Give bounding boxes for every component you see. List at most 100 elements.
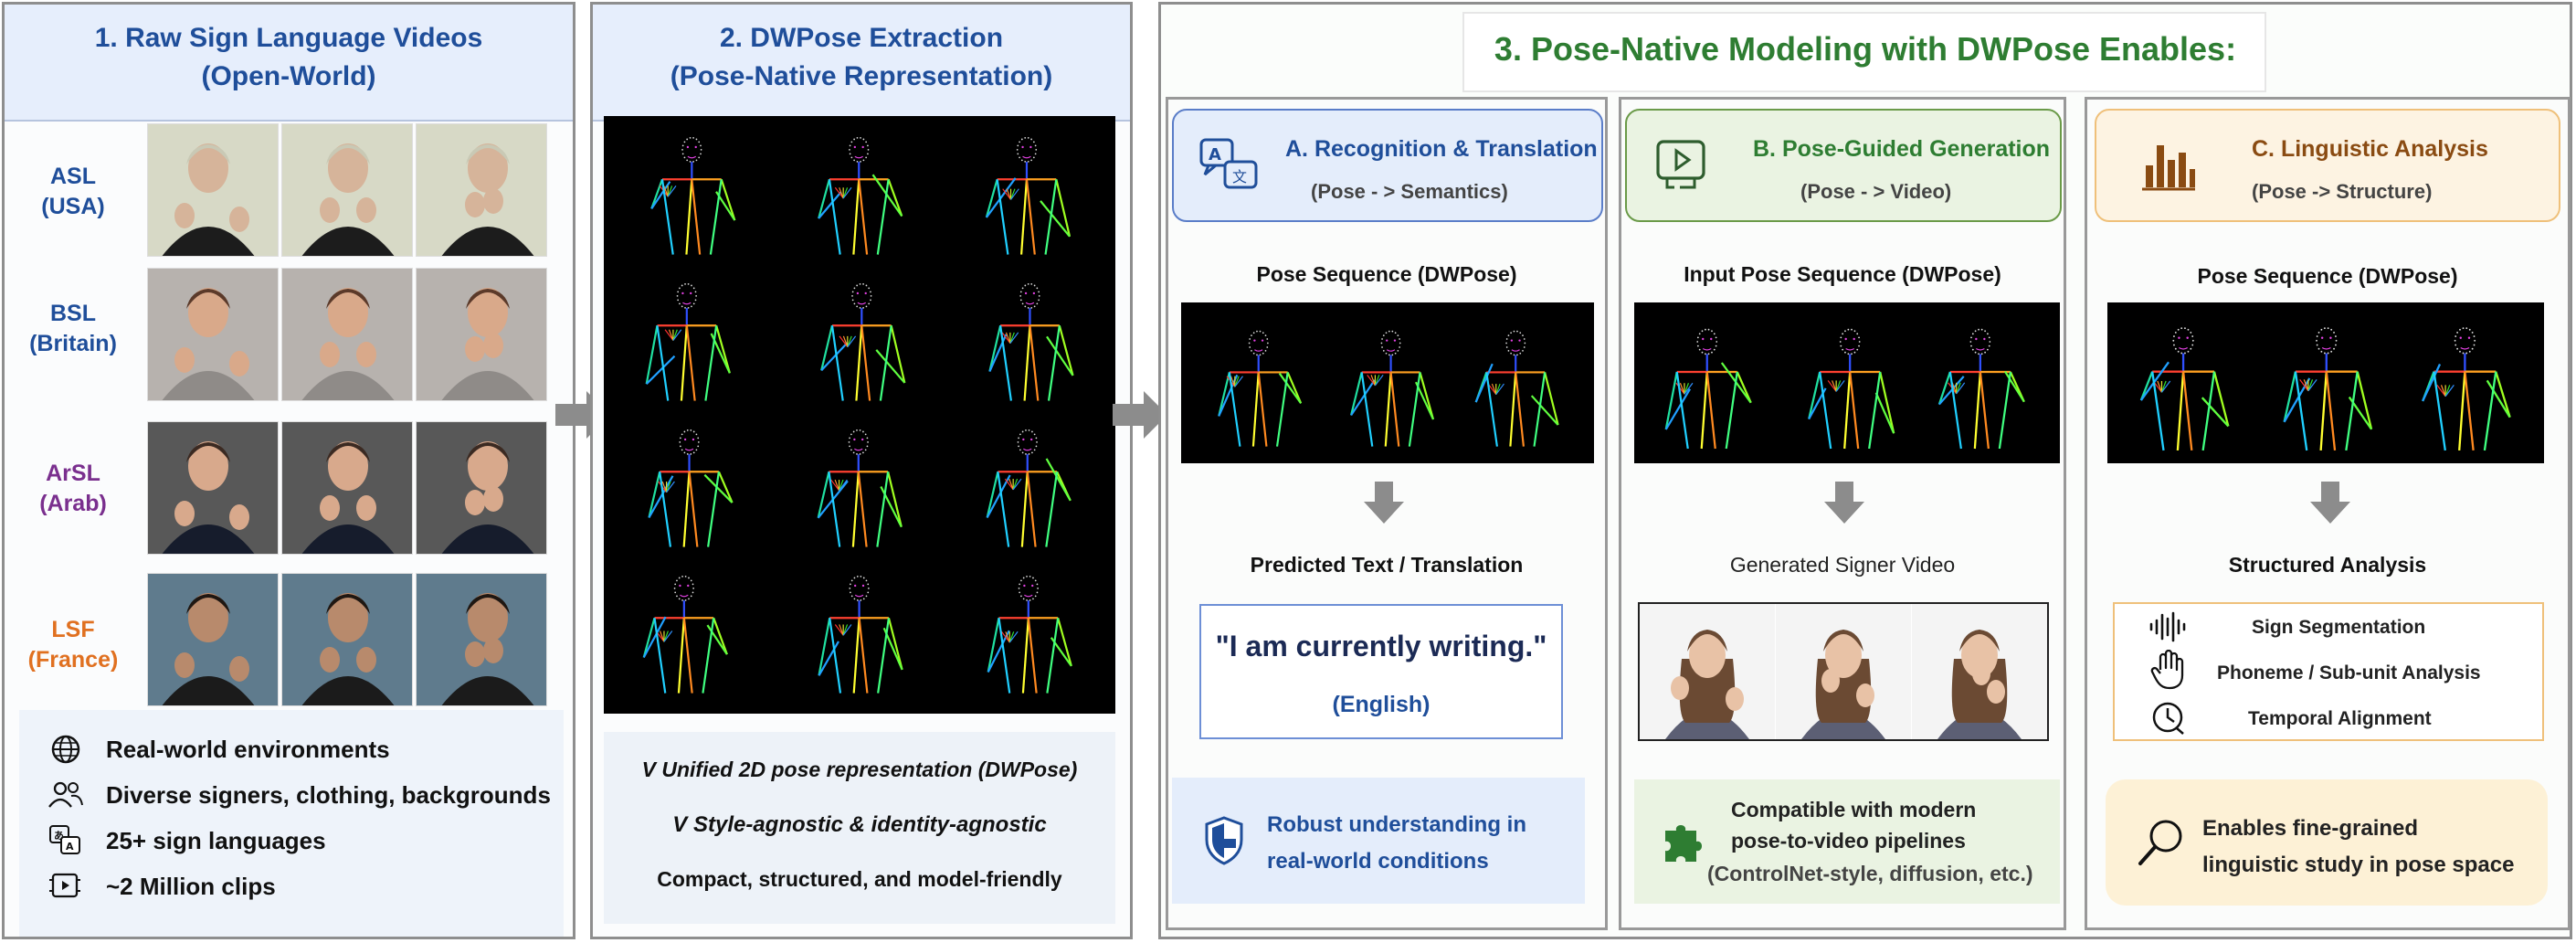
pose-skeleton <box>1937 328 2025 450</box>
video-frame <box>147 268 279 401</box>
pose-cell <box>791 414 925 551</box>
subpanel-c-footer: Enables fine-grained linguistic study in… <box>2106 779 2548 906</box>
pose-strip-frame <box>1188 306 1321 464</box>
structured-analysis-box: Sign Segmentation Phoneme / Sub-unit Ana… <box>2113 602 2544 741</box>
lang-label-lsf: LSF (France) <box>14 615 132 675</box>
pose-skeleton <box>1664 328 1752 450</box>
feature-diverse-signers: Diverse signers, clothing, backgrounds <box>46 779 551 811</box>
globe-icon <box>46 734 86 765</box>
pose-strip-frame <box>1779 306 1916 464</box>
subpanel-a-footer-line2: real-world conditions <box>1267 849 1489 874</box>
pose-cell <box>622 560 756 697</box>
pose-skeleton <box>986 429 1072 547</box>
video-frame <box>281 123 413 257</box>
pose-grid <box>604 116 1115 714</box>
pose-cell <box>960 122 1094 259</box>
pose-skeleton <box>2283 327 2373 451</box>
hand-icon <box>2150 650 2184 690</box>
analysis-item-temporal: Temporal Alignment <box>2248 708 2432 729</box>
pose-skeleton <box>987 575 1072 694</box>
generated-frame <box>1912 604 2047 739</box>
puzzle-icon <box>1665 825 1702 862</box>
video-frame <box>416 573 547 706</box>
feature-text: 25+ sign languages <box>106 826 326 854</box>
pose-cell <box>960 560 1094 697</box>
arrow-down-icon <box>1824 482 1864 524</box>
feature-million-clips: ~2 Million clips <box>46 871 276 902</box>
pose-strip-frame <box>2115 306 2255 464</box>
subpanel-b-footer-line2: pose-to-video pipelines <box>1731 829 1966 853</box>
pose-cell <box>622 122 756 259</box>
subpanel-c-pose-strip <box>2107 302 2544 463</box>
subpanel-recognition: A文 A. Recognition & Translation (Pose - … <box>1166 97 1608 930</box>
pose-skeleton <box>1808 328 1895 450</box>
lang-region: (USA) <box>41 194 105 219</box>
subpanel-b-pose-strip <box>1634 302 2060 463</box>
lang-region: (Britain) <box>29 331 117 356</box>
lang-code: BSL <box>50 301 96 326</box>
feature-sign-languages: あA 25+ sign languages <box>46 825 326 856</box>
generated-frame <box>1776 604 1911 739</box>
generated-video-frames <box>1638 602 2049 741</box>
video-frame <box>147 123 279 257</box>
lang-code: ArSL <box>46 461 100 486</box>
pose-skeleton <box>1218 330 1303 447</box>
pose-skeleton <box>985 136 1072 255</box>
pose-skeleton <box>818 575 903 694</box>
pose-strip-frame <box>2255 306 2396 464</box>
panel2-subtitle: (Pose-Native Representation) <box>670 61 1053 91</box>
analysis-item-segmentation: Sign Segmentation <box>2252 617 2426 638</box>
lang-region: (France) <box>27 647 119 673</box>
lang-label-bsl: BSL (Britain) <box>14 299 132 359</box>
feature-real-world: Real-world environments <box>46 734 390 765</box>
panel2-header: 2. DWPose Extraction (Pose-Native Repres… <box>593 5 1130 122</box>
subpanel-b-footer: Compatible with modern pose-to-video pip… <box>1634 779 2060 904</box>
pose-skeleton <box>2422 327 2511 451</box>
subpanel-c-input-caption: Pose Sequence (DWPose) <box>2197 264 2458 288</box>
dwpose-bullet-agnostic: V Style-agnostic & identity-agnostic <box>672 812 1047 837</box>
subpanel-a-footer: Robust understanding in real-world condi… <box>1172 778 1585 904</box>
clock-icon <box>2152 702 2184 735</box>
translation-quote: "I am currently writing." <box>1215 630 1547 662</box>
dwpose-features-box: V Unified 2D pose representation (DWPose… <box>604 732 1115 924</box>
pose-cell <box>960 268 1094 405</box>
svg-text:A: A <box>1209 145 1221 164</box>
video-frame <box>281 421 413 555</box>
bar-chart-icon <box>2142 145 2195 191</box>
video-frame <box>147 421 279 555</box>
video-frame <box>416 268 547 401</box>
subpanel-a-input-caption: Pose Sequence (DWPose) <box>1256 262 1517 286</box>
video-frame <box>416 421 547 555</box>
pose-skeleton <box>642 575 728 694</box>
pose-skeleton <box>1474 330 1559 447</box>
pose-skeleton <box>650 136 736 255</box>
subpanel-b-output-caption: Generated Signer Video <box>1729 553 1956 577</box>
pose-strip-frame <box>2396 306 2537 464</box>
panel1-subtitle: (Open-World) <box>201 61 376 91</box>
subpanel-b-footer-line1: Compatible with modern <box>1731 798 1977 821</box>
panel1-title: 1. Raw Sign Language Videos <box>94 23 483 53</box>
panel2-title: 2. DWPose Extraction <box>719 23 1004 53</box>
pose-skeleton <box>817 429 903 547</box>
panel1-header: 1. Raw Sign Language Videos (Open-World) <box>5 5 573 122</box>
subpanel-c-footer-line2: linguistic study in pose space <box>2202 853 2515 877</box>
lang-label-arsl: ArSL (Arab) <box>14 459 132 519</box>
shield-icon <box>1205 816 1243 865</box>
subpanel-linguistic: C. Linguistic Analysis (Pose -> Structur… <box>2085 97 2571 930</box>
pose-skeleton <box>820 282 906 401</box>
subpanel-c-subtitle: (Pose -> Structure) <box>2252 180 2433 203</box>
translate-chat-icon: A文 <box>1199 138 1258 189</box>
waveform-icon <box>2149 611 2186 642</box>
arrow-down-icon <box>1364 482 1404 524</box>
pose-cell <box>622 414 756 551</box>
video-frame <box>281 573 413 706</box>
pose-cell <box>960 414 1094 551</box>
generated-frame <box>1640 604 1775 739</box>
svg-text:あ: あ <box>54 830 64 842</box>
video-frame <box>416 123 547 257</box>
pose-skeleton <box>648 429 734 547</box>
svg-text:A: A <box>66 841 74 853</box>
people-icon <box>46 779 86 811</box>
lang-label-asl: ASL (USA) <box>14 162 132 222</box>
subpanel-a-footer-line1: Robust understanding in <box>1267 812 1526 837</box>
